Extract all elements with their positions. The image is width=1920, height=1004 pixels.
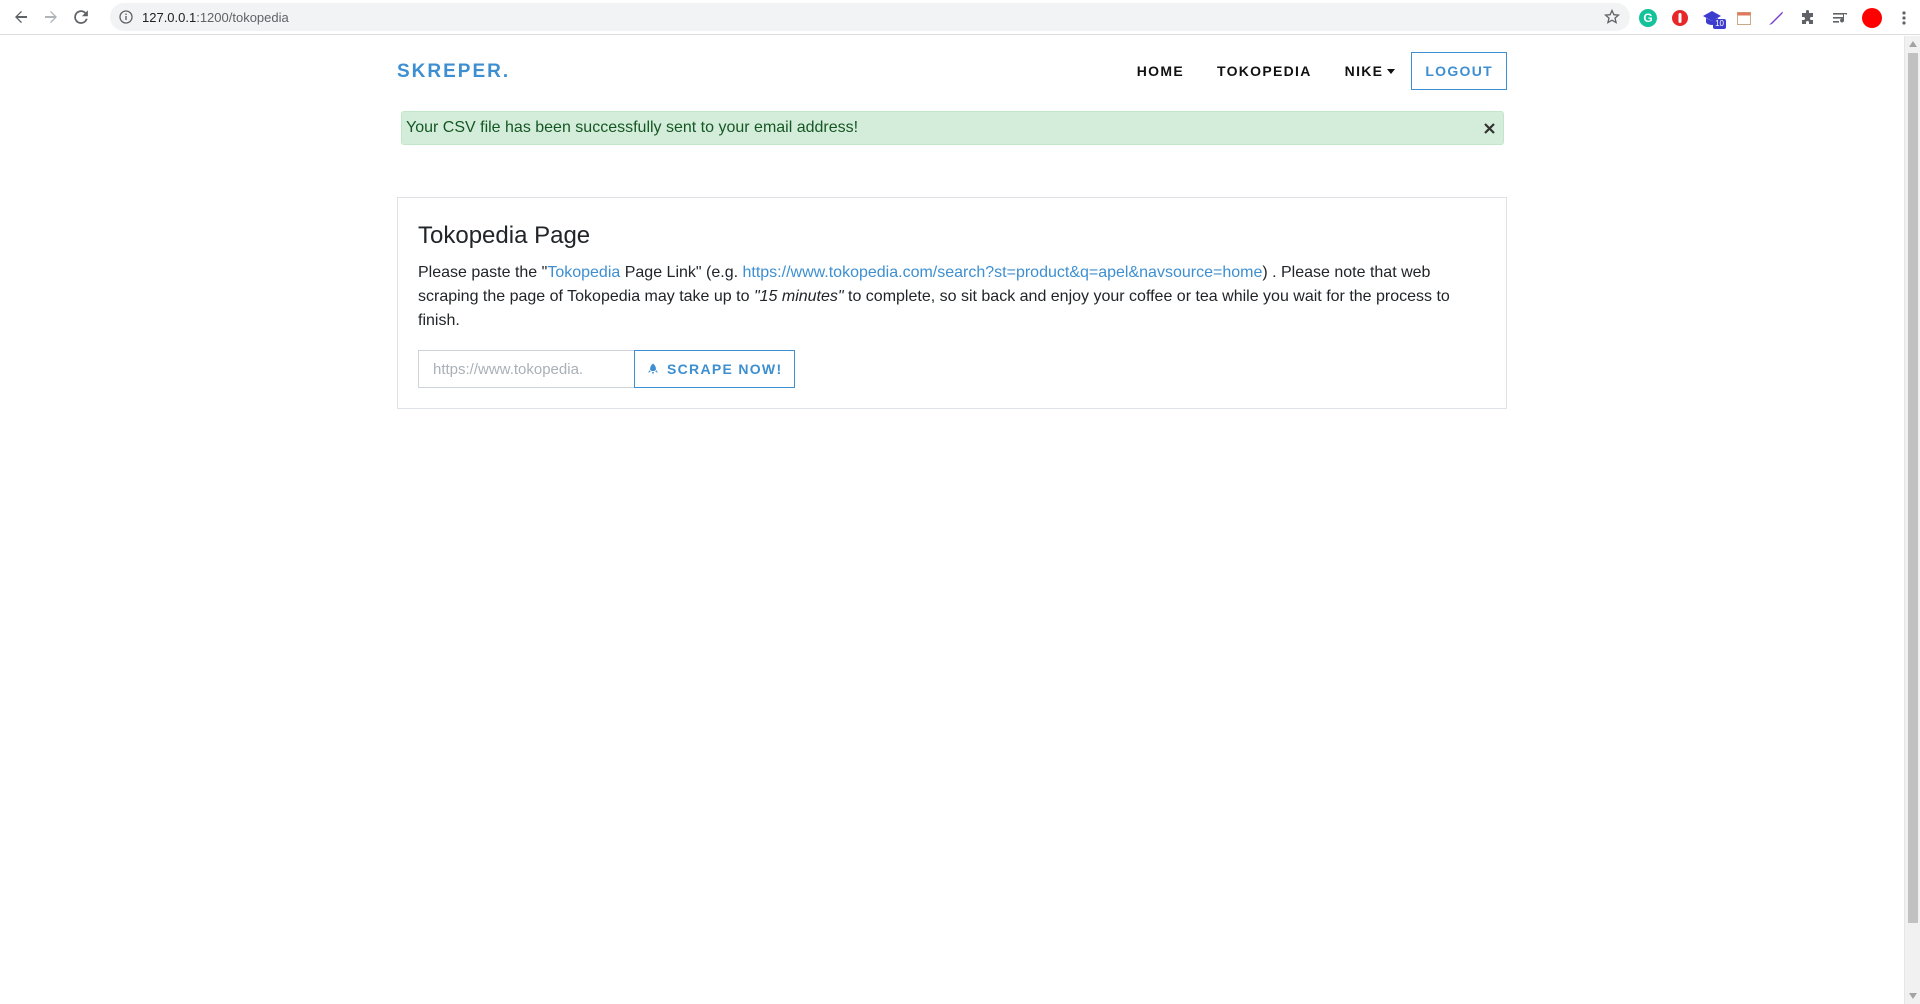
nav-home[interactable]: HOME [1137, 63, 1184, 79]
example-url-link[interactable]: https://www.tokopedia.com/search?st=prod… [742, 264, 1262, 281]
bookmark-star-icon[interactable] [1603, 8, 1621, 30]
calendar-icon[interactable] [1728, 0, 1760, 35]
feather-icon[interactable] [1760, 0, 1792, 35]
nav-links: HOME TOKOPEDIA NIKE LOGOUT [1104, 52, 1507, 90]
tokopedia-card: Tokopedia Page Please paste the "Tokoped… [397, 197, 1507, 409]
tokopedia-link[interactable]: Tokopedia [547, 264, 620, 281]
address-bar[interactable]: 127.0.0.1:1200/tokopedia [110, 3, 1630, 31]
nav-tokopedia[interactable]: TOKOPEDIA [1217, 63, 1312, 79]
scrape-now-button[interactable]: SCRAPE NOW! [634, 350, 796, 388]
scrollbar-thumb[interactable] [1908, 53, 1918, 923]
alert-message: Your CSV file has been successfully sent… [406, 119, 859, 136]
desc-part-2: Page Link" (e.g. [620, 264, 743, 281]
scrape-now-label: SCRAPE NOW! [667, 361, 783, 377]
reload-icon[interactable] [66, 2, 96, 32]
desc-part-1: Please paste the " [418, 264, 548, 281]
grammarly-icon[interactable]: G [1632, 0, 1664, 35]
graduation-cap-icon[interactable]: 10 [1696, 0, 1728, 35]
site-info-icon[interactable] [118, 9, 134, 25]
nav-nike-dropdown[interactable]: NIKE [1345, 63, 1396, 79]
back-arrow-icon[interactable] [6, 2, 36, 32]
page-title: Tokopedia Page [418, 222, 591, 249]
adblock-icon[interactable] [1664, 0, 1696, 35]
brand-logo[interactable]: SKREPER. [397, 61, 510, 83]
tokopedia-url-input[interactable] [418, 350, 634, 388]
rocket-icon [647, 363, 659, 375]
menu-icon[interactable] [1888, 0, 1920, 35]
duration-emphasis: "15 minutes" [753, 288, 844, 305]
success-alert: Your CSV file has been successfully sent… [401, 111, 1504, 145]
close-icon[interactable] [1481, 120, 1497, 136]
url-path: :1200/tokopedia [196, 9, 289, 25]
url-host: 127.0.0.1 [142, 9, 197, 25]
nav-nike-label: NIKE [1344, 63, 1384, 79]
logout-button[interactable]: LOGOUT [1411, 52, 1507, 90]
caret-down-icon [1387, 68, 1396, 74]
svg-text:G: G [1643, 11, 1652, 25]
page-scrollbar[interactable] [1904, 36, 1920, 1004]
browser-toolbar: 127.0.0.1:1200/tokopedia G 10 [0, 0, 1920, 35]
instructions-text: Please paste the "Tokopedia Page Link" (… [418, 261, 1478, 333]
queue-icon[interactable] [1824, 0, 1856, 35]
scrape-form: SCRAPE NOW! [418, 350, 796, 388]
profile-avatar[interactable] [1856, 0, 1888, 35]
forward-arrow-icon[interactable] [36, 2, 66, 32]
extension-badge: 10 [1713, 19, 1726, 29]
site-navbar: SKREPER. HOME TOKOPEDIA NIKE LOGOUT [397, 52, 1507, 92]
extensions-area: G 10 [1632, 0, 1920, 35]
url-text[interactable]: 127.0.0.1:1200/tokopedia [142, 10, 289, 25]
scroll-up-arrow-icon[interactable] [1905, 36, 1920, 52]
puzzle-icon[interactable] [1792, 0, 1824, 35]
scroll-down-arrow-icon[interactable] [1905, 988, 1920, 1004]
